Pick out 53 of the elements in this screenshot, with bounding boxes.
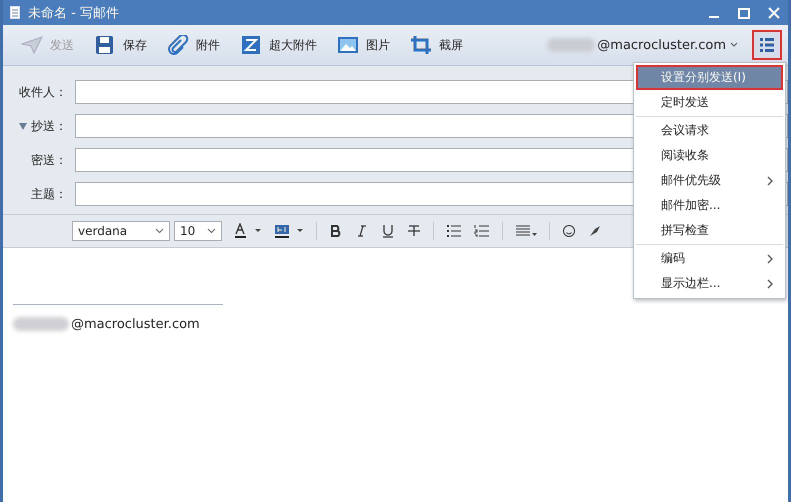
brush-icon[interactable] bbox=[588, 224, 602, 238]
expand-triangle-icon[interactable] bbox=[19, 122, 27, 130]
account-selector[interactable]: @macrocluster.com bbox=[597, 38, 726, 52]
menu-item[interactable]: 设置分别发送(I) bbox=[636, 65, 783, 90]
toolbar-button[interactable]: 超大附件 bbox=[234, 33, 323, 57]
chevron-icon bbox=[730, 42, 738, 48]
bullet-list-icon[interactable] bbox=[446, 224, 462, 238]
field-label: 收件人： bbox=[19, 84, 67, 100]
bold-icon[interactable] bbox=[329, 224, 343, 238]
font-name: verdana bbox=[78, 224, 128, 238]
window-title: 未命名 - 写邮件 bbox=[28, 4, 119, 22]
italic-icon[interactable] bbox=[355, 224, 369, 238]
close-icon[interactable] bbox=[767, 6, 781, 20]
field-label: 主题： bbox=[31, 186, 67, 202]
menu-item[interactable]: 邮件优先级 bbox=[636, 168, 783, 193]
align-icon[interactable] bbox=[515, 224, 537, 238]
large-file-icon bbox=[240, 35, 262, 55]
font-select[interactable]: verdana bbox=[72, 221, 170, 241]
signature-email: @macrocluster.com bbox=[71, 316, 200, 332]
menu-item[interactable]: 拼写检查 bbox=[636, 218, 783, 243]
chevron-icon bbox=[207, 228, 216, 234]
field-label: 抄送： bbox=[31, 118, 67, 134]
underline-icon[interactable] bbox=[381, 224, 395, 238]
smiley-icon[interactable] bbox=[562, 224, 576, 238]
size-select[interactable]: 10 bbox=[174, 221, 222, 241]
blurred-name bbox=[13, 315, 69, 333]
toolbar-button[interactable]: 附件 bbox=[161, 33, 226, 57]
menu-item[interactable]: 会议请求 bbox=[636, 118, 783, 143]
menu-item[interactable]: 邮件加密... bbox=[636, 193, 783, 218]
toolbar-button[interactable]: 截屏 bbox=[404, 33, 469, 57]
document-icon bbox=[10, 6, 20, 19]
field-label: 密送： bbox=[31, 152, 67, 168]
menu-item[interactable]: 编码 bbox=[636, 246, 783, 271]
crop-icon bbox=[410, 35, 432, 55]
image-icon bbox=[337, 35, 359, 55]
menu-item[interactable]: 阅读收条 bbox=[636, 143, 783, 168]
toolbar-button[interactable]: 图片 bbox=[331, 33, 396, 57]
blurred-name bbox=[547, 37, 596, 53]
chevron-icon bbox=[155, 228, 164, 234]
paperclip-icon bbox=[167, 35, 189, 55]
menu-item[interactable]: 定时发送 bbox=[636, 90, 783, 115]
menu-button[interactable] bbox=[752, 30, 782, 60]
text-color-icon[interactable] bbox=[234, 223, 262, 239]
highlight-color-icon[interactable] bbox=[274, 223, 304, 239]
save-icon bbox=[94, 35, 116, 55]
menu-item[interactable]: 显示边栏... bbox=[636, 271, 783, 296]
numbered-list-icon[interactable] bbox=[474, 224, 490, 238]
menu-icon bbox=[760, 38, 774, 52]
maximize-icon[interactable] bbox=[737, 6, 751, 20]
send-icon bbox=[21, 35, 43, 55]
toolbar-button[interactable]: 保存 bbox=[88, 33, 153, 57]
strikethrough-icon[interactable] bbox=[407, 224, 421, 238]
font-size: 10 bbox=[180, 224, 196, 238]
